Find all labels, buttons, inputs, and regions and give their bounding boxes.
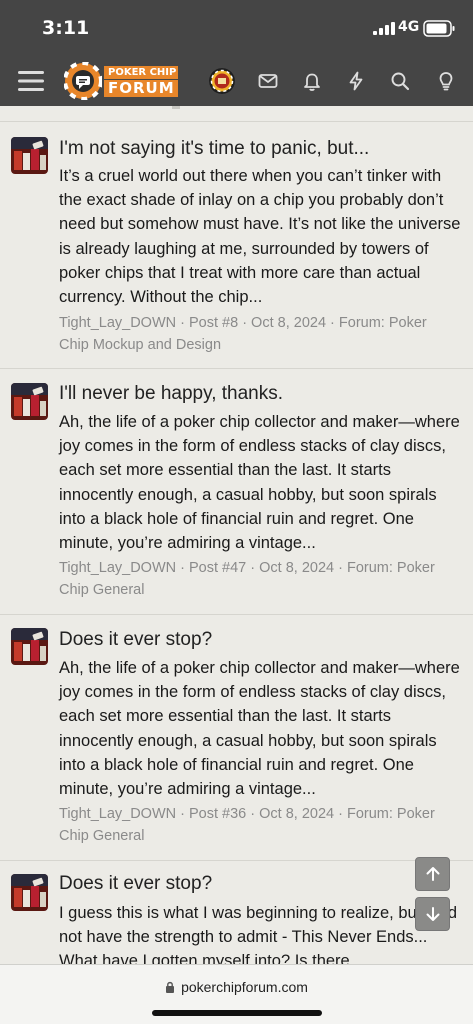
signal-icon — [373, 22, 395, 35]
home-indicator[interactable] — [152, 1010, 322, 1016]
user-avatar[interactable] — [209, 68, 235, 94]
result-meta: Tight_Lay_DOWN · Post #47 · Oct 8, 2024 … — [59, 560, 435, 598]
search-icon[interactable] — [389, 70, 411, 92]
result-title[interactable]: I'll never be happy, thanks. — [59, 382, 459, 406]
url-text: pokerchipforum.com — [181, 979, 308, 995]
result-snippet: I guess this is what I was beginning to … — [59, 904, 458, 964]
battery-icon — [423, 20, 455, 37]
search-result-item[interactable]: I'm not saying it's time to panic, but..… — [0, 123, 473, 369]
status-bar: 3:11 4G — [0, 0, 473, 56]
scroll-to-top-button[interactable] — [415, 857, 450, 891]
result-snippet: Ah, the life of a poker chip collector a… — [59, 659, 460, 799]
status-time: 3:11 — [42, 17, 90, 39]
arrow-up-icon — [426, 867, 440, 881]
result-snippet: Ah, the life of a poker chip collector a… — [59, 413, 460, 553]
lock-icon — [166, 981, 175, 993]
lightning-icon[interactable] — [345, 70, 367, 92]
bell-icon[interactable] — [301, 70, 323, 92]
forum-logo[interactable]: POKER CHIP FORUM — [64, 60, 180, 100]
poker-chip-logo-icon — [64, 62, 102, 100]
scroll-to-bottom-button[interactable] — [415, 897, 450, 931]
lightbulb-icon[interactable] — [435, 70, 457, 92]
result-snippet: It’s a cruel world out there when you ca… — [59, 167, 461, 307]
logo-text-bottom: FORUM — [104, 80, 178, 97]
avatar[interactable] — [11, 137, 48, 174]
search-result-item[interactable]: Does it ever stop? Ah, the life of a pok… — [0, 615, 473, 861]
result-title[interactable]: Does it ever stop? — [59, 628, 459, 652]
result-meta: Tight_Lay_DOWN · Post #36 · Oct 8, 2024 … — [59, 806, 435, 844]
result-title[interactable]: I'm not saying it's time to panic, but..… — [59, 137, 459, 161]
avatar[interactable] — [11, 628, 48, 665]
logo-text-top: POKER CHIP — [104, 66, 178, 79]
browser-address-bar[interactable]: pokerchipforum.com — [0, 964, 473, 1024]
search-result-item[interactable]: I'll never be happy, thanks. Ah, the lif… — [0, 369, 473, 615]
result-meta: Tight_Lay_DOWN · Post #8 · Oct 8, 2024 ·… — [59, 315, 427, 353]
mail-icon[interactable] — [257, 70, 279, 92]
avatar[interactable] — [11, 874, 48, 911]
avatar[interactable] — [11, 383, 48, 420]
result-title[interactable]: Does it ever stop? — [59, 872, 459, 896]
forum-header: POKER CHIP FORUM — [0, 56, 473, 106]
search-result-item[interactable]: Does it ever stop? I guess this is what … — [0, 861, 473, 964]
arrow-down-icon — [426, 907, 440, 921]
url-display[interactable]: pokerchipforum.com — [0, 979, 473, 995]
network-type: 4G — [398, 19, 420, 35]
previous-post-remnant — [0, 106, 473, 122]
menu-icon[interactable] — [16, 68, 46, 94]
